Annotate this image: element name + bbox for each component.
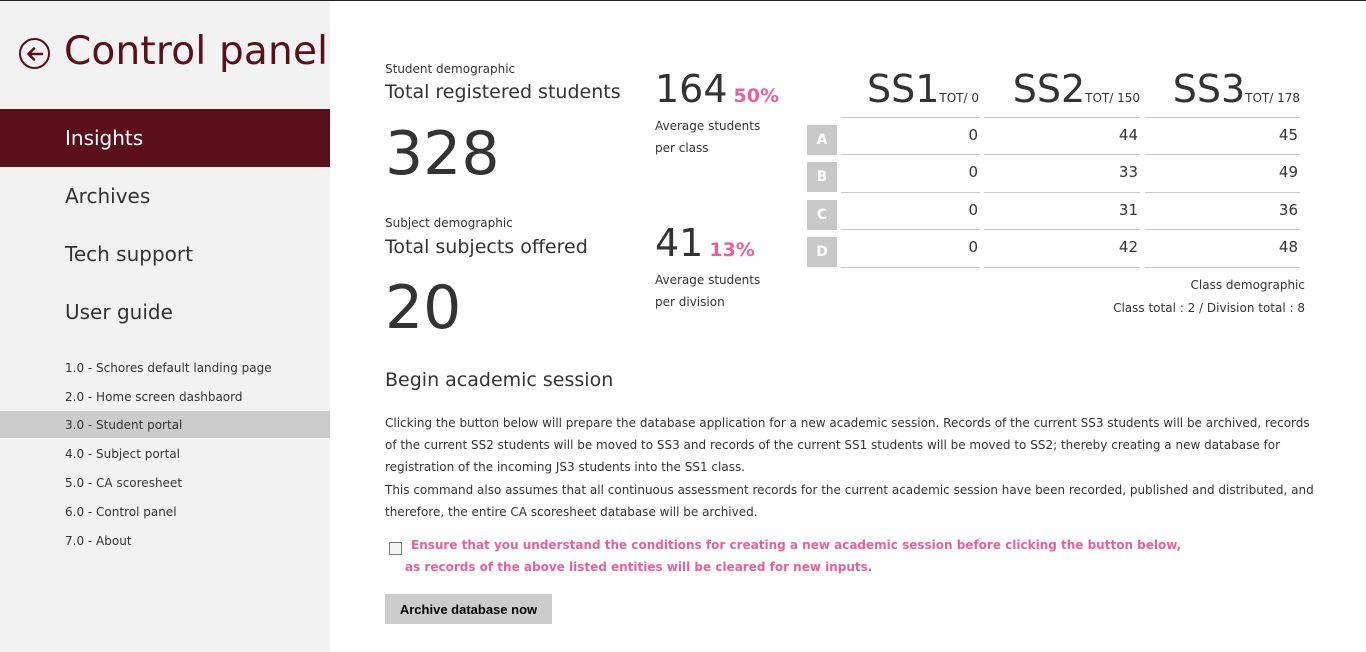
- column-header-ss2: SS2TOT/ 150: [1013, 70, 1140, 108]
- table-divider: [1145, 267, 1300, 268]
- avg-per-division-caption: Average students per division: [655, 269, 785, 313]
- table-cell: 45: [1145, 117, 1300, 153]
- subject-demographic-caption: Subject demographic: [385, 216, 513, 230]
- back-arrow-icon[interactable]: [19, 38, 50, 69]
- column-total: TOT/ 150: [1085, 91, 1140, 105]
- table-cell: 33: [984, 154, 1140, 190]
- guide-item-label: 5.0 - CA scoresheet: [65, 475, 183, 490]
- caption-line: per division: [655, 295, 725, 309]
- nav-item-archives[interactable]: Archives: [0, 167, 330, 225]
- table-cell: 31: [984, 192, 1140, 228]
- column-header-ss1: SS1TOT/ 0: [867, 70, 979, 108]
- nav-item-insights[interactable]: Insights: [0, 109, 330, 167]
- guide-item-label: 6.0 - Control panel: [65, 504, 177, 519]
- nav-item-user-guide[interactable]: User guide: [0, 283, 330, 341]
- column-name: SS3: [1172, 67, 1246, 111]
- archive-database-button[interactable]: Archive database now: [385, 594, 552, 624]
- warning-text-line2: as records of the above listed entities …: [405, 560, 873, 574]
- table-cell: 42: [984, 229, 1140, 265]
- column-total: TOT/ 178: [1245, 91, 1300, 105]
- guide-item-label: 7.0 - About: [65, 533, 132, 548]
- row-label-c: C: [807, 200, 837, 230]
- nav-item-label: Tech support: [65, 242, 193, 266]
- total-students-value: 328: [385, 119, 500, 189]
- avg-per-division-value: 41: [655, 221, 704, 265]
- guide-item-subject-portal[interactable]: 4.0 - Subject portal: [0, 440, 330, 467]
- table-cell: 0: [841, 154, 980, 190]
- column-name: SS1: [866, 67, 940, 111]
- guide-item-control-panel[interactable]: 6.0 - Control panel: [0, 498, 330, 525]
- row-label-b: B: [807, 162, 837, 192]
- class-division-totals: Class total : 2 / Division total : 8: [1113, 301, 1305, 315]
- nav-item-label: Archives: [65, 184, 151, 208]
- warning-text-line1: Ensure that you understand the condition…: [411, 538, 1182, 552]
- table-cell: 44: [984, 117, 1140, 153]
- guide-item-label: 2.0 - Home screen dashbaord: [65, 389, 243, 404]
- guide-item-label: 4.0 - Subject portal: [65, 446, 181, 461]
- nav-item-label: Insights: [65, 126, 144, 150]
- nav-item-tech-support[interactable]: Tech support: [0, 225, 330, 283]
- student-demographic-caption: Student demographic: [385, 62, 516, 76]
- column-name: SS2: [1012, 67, 1086, 111]
- caption-line: Average students: [655, 119, 761, 133]
- avg-per-class-caption: Average students per class: [655, 115, 785, 159]
- avg-per-division-percent: 13%: [709, 239, 755, 261]
- section-title: Begin academic session: [385, 369, 614, 391]
- nav-item-label: User guide: [65, 300, 173, 324]
- sidebar: Control panel Insights Archives Tech sup…: [0, 1, 330, 652]
- confirm-checkbox[interactable]: [389, 542, 402, 555]
- table-cell: 36: [1145, 192, 1300, 228]
- guide-item-dashboard[interactable]: 2.0 - Home screen dashbaord: [0, 383, 330, 410]
- total-students-label: Total registered students: [385, 81, 621, 103]
- app-title: Control panel: [64, 29, 329, 74]
- row-label-d: D: [807, 237, 837, 267]
- guide-item-ca-scoresheet[interactable]: 5.0 - CA scoresheet: [0, 469, 330, 496]
- table-cell: 0: [841, 192, 980, 228]
- table-divider: [984, 267, 1140, 268]
- avg-per-class-percent: 50%: [733, 85, 780, 107]
- guide-item-label: 3.0 - Student portal: [65, 417, 183, 432]
- table-cell: 48: [1145, 229, 1300, 265]
- avg-per-class-stat: 164 50%: [655, 70, 779, 108]
- guide-item-label: 1.0 - Schores default landing page: [65, 360, 272, 375]
- column-header-ss3: SS3TOT/ 178: [1173, 70, 1300, 108]
- avg-per-division-stat: 41 13%: [655, 224, 755, 262]
- table-cell: 49: [1145, 154, 1300, 190]
- avg-per-class-value: 164: [655, 67, 728, 111]
- guide-item-about[interactable]: 7.0 - About: [0, 527, 330, 554]
- session-description: Clicking the button below will prepare t…: [385, 416, 1310, 474]
- total-subjects-value: 20: [385, 273, 462, 343]
- caption-line: Average students: [655, 273, 761, 287]
- total-subjects-label: Total subjects offered: [385, 236, 588, 258]
- table-cell: 0: [841, 229, 980, 265]
- table-cell: 0: [841, 117, 980, 153]
- guide-item-landing-page[interactable]: 1.0 - Schores default landing page: [0, 354, 330, 381]
- caption-line: per class: [655, 141, 709, 155]
- session-assumption-note: This command also assumes that all conti…: [385, 483, 1314, 519]
- guide-item-student-portal[interactable]: 3.0 - Student portal: [0, 411, 330, 438]
- row-label-a: A: [807, 125, 837, 155]
- column-total: TOT/ 0: [939, 91, 979, 105]
- table-divider: [841, 267, 980, 268]
- class-demographic-caption: Class demographic: [1190, 278, 1305, 292]
